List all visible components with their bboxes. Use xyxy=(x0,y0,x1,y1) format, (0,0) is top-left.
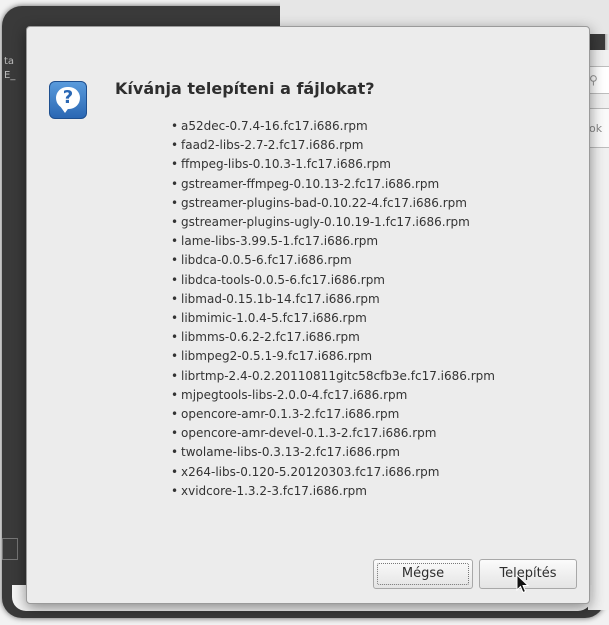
bullet: • xyxy=(171,407,179,422)
package-list-item: • libmpeg2-0.5.1-9.fc17.i686.rpm xyxy=(171,347,495,366)
package-list-item: • lame-libs-3.99.5-1.fc17.i686.rpm xyxy=(171,232,495,251)
bullet: • xyxy=(171,291,179,306)
package-list-item: • twolame-libs-0.3.13-2.fc17.i686.rpm xyxy=(171,443,495,462)
package-list-item: • xvidcore-1.3.2-3.fc17.i686.rpm xyxy=(171,482,495,501)
package-list-item: • a52dec-0.7.4-16.fc17.i686.rpm xyxy=(171,117,495,136)
question-icon: ? xyxy=(49,81,87,119)
package-list-item: • opencore-amr-0.1.3-2.fc17.i686.rpm xyxy=(171,405,495,424)
bullet: • xyxy=(171,368,179,383)
package-name: xvidcore-1.3.2-3.fc17.i686.rpm xyxy=(181,483,367,498)
background-left-label: ta xyxy=(4,56,15,67)
package-list-item: • gstreamer-plugins-ugly-0.10.19-1.fc17.i… xyxy=(171,213,495,232)
package-name: gstreamer-ffmpeg-0.10.13-2.fc17.i686.rpm xyxy=(181,176,440,191)
package-name: faad2-libs-2.7-2.fc17.i686.rpm xyxy=(181,138,364,153)
bullet: • xyxy=(171,464,179,479)
package-name: x264-libs-0.120-5.20120303.fc17.i686.rpm xyxy=(181,464,440,479)
package-name: libmimic-1.0.4-5.fc17.i686.rpm xyxy=(181,311,367,326)
package-name: libmms-0.6.2-2.fc17.i686.rpm xyxy=(181,330,360,345)
bullet: • xyxy=(171,138,179,153)
package-list-item: • ffmpeg-libs-0.10.3-1.fc17.i686.rpm xyxy=(171,155,495,174)
bullet: • xyxy=(171,426,179,441)
bullet: • xyxy=(171,176,179,191)
package-name: lame-libs-3.99.5-1.fc17.i686.rpm xyxy=(181,234,379,249)
background-left-text: ta E_ xyxy=(4,55,15,83)
bullet: • xyxy=(171,330,179,345)
package-name: libdca-tools-0.0.5-6.fc17.i686.rpm xyxy=(181,272,385,287)
package-list-item: • libmms-0.6.2-2.fc17.i686.rpm xyxy=(171,328,495,347)
install-confirm-dialog: ? Kívánja telepíteni a fájlokat? • a52dec… xyxy=(26,26,590,604)
bullet: • xyxy=(171,234,179,249)
package-list-item: • faad2-libs-2.7-2.fc17.i686.rpm xyxy=(171,136,495,155)
bullet: • xyxy=(171,445,179,460)
package-list-item: • opencore-amr-devel-0.1.3-2.fc17.i686.rp… xyxy=(171,424,495,443)
package-name: libmpeg2-0.5.1-9.fc17.i686.rpm xyxy=(181,349,373,364)
focus-ring xyxy=(377,563,469,585)
package-list-item: • x264-libs-0.120-5.20120303.fc17.i686.rp… xyxy=(171,463,495,482)
bullet: • xyxy=(171,387,179,402)
package-list-item: • libmad-0.15.1b-14.fc17.i686.rpm xyxy=(171,290,495,309)
package-name: libmad-0.15.1b-14.fc17.i686.rpm xyxy=(181,291,380,306)
package-list-item: • libdca-tools-0.0.5-6.fc17.i686.rpm xyxy=(171,271,495,290)
background-left-label: E_ xyxy=(4,70,16,81)
background-left-button xyxy=(2,538,18,560)
package-name: twolame-libs-0.3.13-2.fc17.i686.rpm xyxy=(181,445,400,460)
package-name: librtmp-2.4-0.2.20110811gitc58cfb3e.fc17… xyxy=(181,368,495,383)
package-name: gstreamer-plugins-bad-0.10.22-4.fc17.i68… xyxy=(181,195,467,210)
cancel-button[interactable]: Mégse xyxy=(373,559,473,589)
package-name: opencore-amr-devel-0.1.3-2.fc17.i686.rpm xyxy=(181,426,437,441)
bullet: • xyxy=(171,483,179,498)
bullet: • xyxy=(171,253,179,268)
bullet: • xyxy=(171,349,179,364)
package-list-item: • gstreamer-plugins-bad-0.10.22-4.fc17.i6… xyxy=(171,194,495,213)
package-name: gstreamer-plugins-ugly-0.10.19-1.fc17.i6… xyxy=(181,215,470,230)
dialog-title: Kívánja telepíteni a fájlokat? xyxy=(115,79,375,98)
bullet: • xyxy=(171,195,179,210)
package-name: opencore-amr-0.1.3-2.fc17.i686.rpm xyxy=(181,407,400,422)
mouse-cursor-icon xyxy=(516,574,530,594)
package-list-item: • gstreamer-ffmpeg-0.10.13-2.fc17.i686.rp… xyxy=(171,175,495,194)
package-name: ffmpeg-libs-0.10.3-1.fc17.i686.rpm xyxy=(181,157,391,172)
package-name: libdca-0.0.5-6.fc17.i686.rpm xyxy=(181,253,352,268)
bullet: • xyxy=(171,311,179,326)
package-list-item: • mjpegtools-libs-2.0.0-4.fc17.i686.rpm xyxy=(171,386,495,405)
package-list-item: • libmimic-1.0.4-5.fc17.i686.rpm xyxy=(171,309,495,328)
package-list-item: • libdca-0.0.5-6.fc17.i686.rpm xyxy=(171,251,495,270)
bullet: • xyxy=(171,272,179,287)
bullet: • xyxy=(171,157,179,172)
bullet: • xyxy=(171,119,179,133)
bullet: • xyxy=(171,215,179,230)
package-name: mjpegtools-libs-2.0.0-4.fc17.i686.rpm xyxy=(181,387,408,402)
package-list: • a52dec-0.7.4-16.fc17.i686.rpm • faad2-lib… xyxy=(171,117,495,501)
package-name: a52dec-0.7.4-16.fc17.i686.rpm xyxy=(181,119,368,133)
package-list-item: • librtmp-2.4-0.2.20110811gitc58cfb3e.fc1… xyxy=(171,367,495,386)
